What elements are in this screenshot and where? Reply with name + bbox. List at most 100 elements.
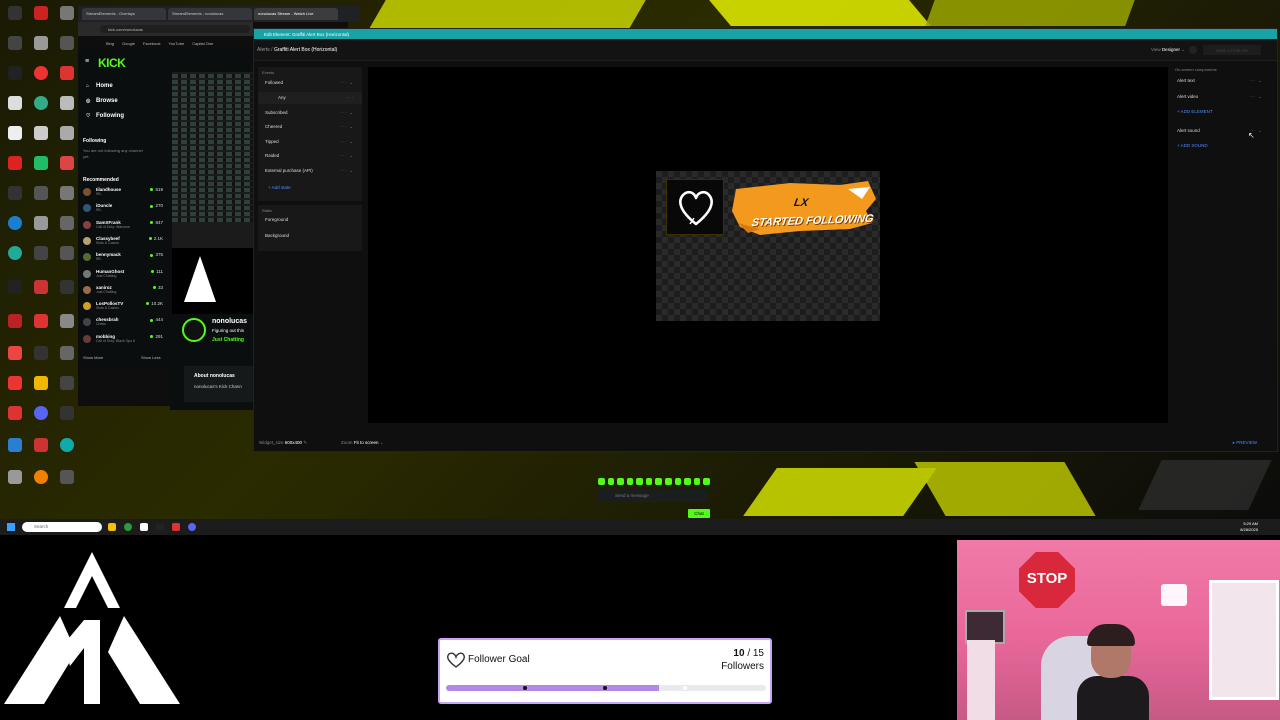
channel-category[interactable]: Just Chatting — [212, 337, 244, 343]
desktop-icon[interactable] — [28, 406, 54, 421]
app-icon[interactable] — [140, 523, 148, 531]
bookmark[interactable]: Capital One — [192, 41, 213, 47]
breadcrumb-root[interactable]: Alerts — [257, 47, 270, 53]
desktop-icon[interactable] — [2, 216, 28, 231]
desktop-icon[interactable] — [54, 126, 80, 141]
desktop-icon[interactable] — [2, 96, 28, 111]
show-less-link[interactable]: Show Less — [141, 355, 161, 360]
desktop-icon[interactable] — [2, 246, 28, 261]
desktop-icon[interactable] — [54, 346, 80, 361]
desktop-icon[interactable] — [54, 96, 80, 111]
emote-icon[interactable] — [645, 478, 653, 485]
desktop-icon[interactable] — [2, 6, 28, 21]
bookmark[interactable]: YouTube — [169, 41, 185, 47]
kick-logo[interactable]: KICK — [98, 56, 126, 70]
taskbar-clock[interactable]: 5:29 AM 8/28/2025 — [1240, 521, 1258, 533]
desktop-icon[interactable] — [28, 280, 54, 295]
desktop-icon[interactable] — [28, 6, 54, 21]
channel-row[interactable]: HumanGhost Just Chatting 111 — [83, 269, 163, 279]
desktop-icon[interactable] — [2, 438, 28, 453]
desktop-icon[interactable] — [28, 36, 54, 51]
add-element-button[interactable]: + ADD ELEMENT — [1177, 109, 1213, 114]
widget-size[interactable]: Widget_size 600x400 ✎ — [259, 440, 307, 446]
desktop-icon[interactable] — [2, 280, 28, 295]
desktop-icon[interactable] — [28, 314, 54, 329]
preview-button[interactable]: ▸ PREVIEW — [1233, 440, 1257, 446]
designer-canvas[interactable]: LX STARTED FOLLOWING — [368, 67, 1168, 423]
desktop-icon[interactable] — [54, 36, 80, 51]
desktop-icon[interactable] — [54, 438, 80, 453]
component-controls[interactable]: ··· ⌄ — [1250, 78, 1263, 83]
bookmark[interactable]: Facebook — [143, 41, 161, 47]
emote-icon[interactable] — [693, 478, 701, 485]
desktop-icon[interactable] — [2, 156, 28, 171]
desktop-icon[interactable] — [2, 66, 28, 81]
desktop-icon[interactable] — [54, 246, 80, 261]
emote-icon[interactable] — [598, 478, 605, 485]
static-foreground[interactable]: Foreground — [258, 214, 362, 226]
desktop-icon[interactable] — [28, 186, 54, 201]
channel-row[interactable]: chessbrah Chess 444 — [83, 317, 163, 327]
emote-icon[interactable] — [703, 478, 710, 485]
emote-icon[interactable] — [626, 478, 634, 485]
save-publish-button[interactable]: SAVE & PUBLISH — [1203, 45, 1261, 55]
channel-row[interactable]: xaniroz Just Chatting 33 — [83, 285, 163, 295]
discord-icon[interactable] — [188, 523, 196, 531]
browser-tab[interactable]: StreamElements - nonolucas — [168, 8, 252, 20]
alert-preview[interactable]: LX STARTED FOLLOWING — [656, 171, 880, 321]
event-controls[interactable]: ··· ⌄ — [341, 110, 354, 115]
windows-start-icon[interactable] — [7, 523, 15, 531]
desktop-icon[interactable] — [54, 280, 80, 295]
component-alert-video[interactable]: Alert video ··· ⌄ — [1173, 91, 1269, 103]
desktop-icon[interactable] — [2, 314, 28, 329]
channel-avatar[interactable] — [182, 318, 206, 342]
desktop-icon[interactable] — [54, 156, 80, 171]
nav-browse[interactable]: ◎ Browse — [86, 98, 118, 104]
channel-row[interactable]: SamXFrank Call of Duty: Warzone 847 — [83, 220, 163, 230]
chat-send-button[interactable]: Chat — [688, 509, 710, 518]
channel-row[interactable]: bennymack IRL 375 — [83, 252, 163, 262]
app-icon[interactable] — [172, 523, 180, 531]
tiktok-icon[interactable] — [156, 523, 164, 531]
browser-tab-active[interactable]: nonolucas Stream - Watch Live — [254, 8, 338, 20]
share-icon[interactable] — [1189, 46, 1197, 54]
zoom-selector[interactable]: Zoom Fit to screen ⌄ — [341, 440, 384, 446]
desktop-icon[interactable] — [2, 376, 28, 391]
add-state-button[interactable]: + Add state — [268, 185, 291, 190]
channel-row[interactable]: Classybeef Slots & Casino 2.1K — [83, 236, 163, 246]
channel-name[interactable]: nonolucas — [212, 318, 247, 325]
nav-following[interactable]: ♡ Following — [86, 113, 124, 119]
desktop-icon[interactable] — [28, 126, 54, 141]
emote-icon[interactable] — [684, 478, 691, 485]
desktop-icon[interactable] — [28, 376, 54, 391]
emote-icon[interactable] — [674, 478, 682, 485]
browser-tab[interactable]: StreamElements - Overlays — [82, 8, 166, 20]
event-controls[interactable]: ··· ⌄ — [341, 80, 354, 85]
desktop-icon[interactable] — [28, 96, 54, 111]
event-subscribed[interactable]: Subscribed ··· ⌄ — [258, 107, 362, 119]
static-background[interactable]: Background — [258, 230, 362, 242]
emote-icon[interactable] — [636, 478, 643, 485]
show-more-link[interactable]: Show More — [83, 355, 103, 360]
event-controls[interactable]: ··· ⌄ — [341, 153, 354, 158]
desktop-icon[interactable] — [2, 346, 28, 361]
desktop-icon[interactable] — [54, 66, 80, 81]
desktop-icon[interactable] — [28, 156, 54, 171]
view-selector[interactable]: View Designer ⌄ — [1151, 47, 1185, 53]
component-controls[interactable]: ··· ⌄ — [1250, 94, 1263, 99]
event-controls[interactable]: ··· — [347, 95, 354, 100]
event-cheered[interactable]: Cheered ··· ⌄ — [258, 121, 362, 133]
desktop-icon[interactable] — [2, 406, 28, 421]
stream-preview[interactable] — [172, 72, 254, 248]
desktop-icon[interactable] — [54, 406, 80, 421]
event-raided[interactable]: Raided ··· ⌄ — [258, 150, 362, 162]
taskbar-search[interactable]: Search — [22, 522, 102, 532]
channel-row[interactable]: Iilandhouse IRL 519 — [83, 187, 163, 197]
event-controls[interactable]: ··· ⌄ — [341, 139, 354, 144]
event-followed[interactable]: Followed ··· ⌄ — [258, 77, 362, 89]
event-state-any[interactable]: Any ··· — [258, 92, 362, 104]
nav-home[interactable]: ⌂ Home — [86, 83, 113, 89]
chat-input[interactable]: Send a message — [598, 490, 708, 502]
chrome-icon[interactable] — [124, 523, 132, 531]
bookmark[interactable]: Google — [122, 41, 135, 47]
